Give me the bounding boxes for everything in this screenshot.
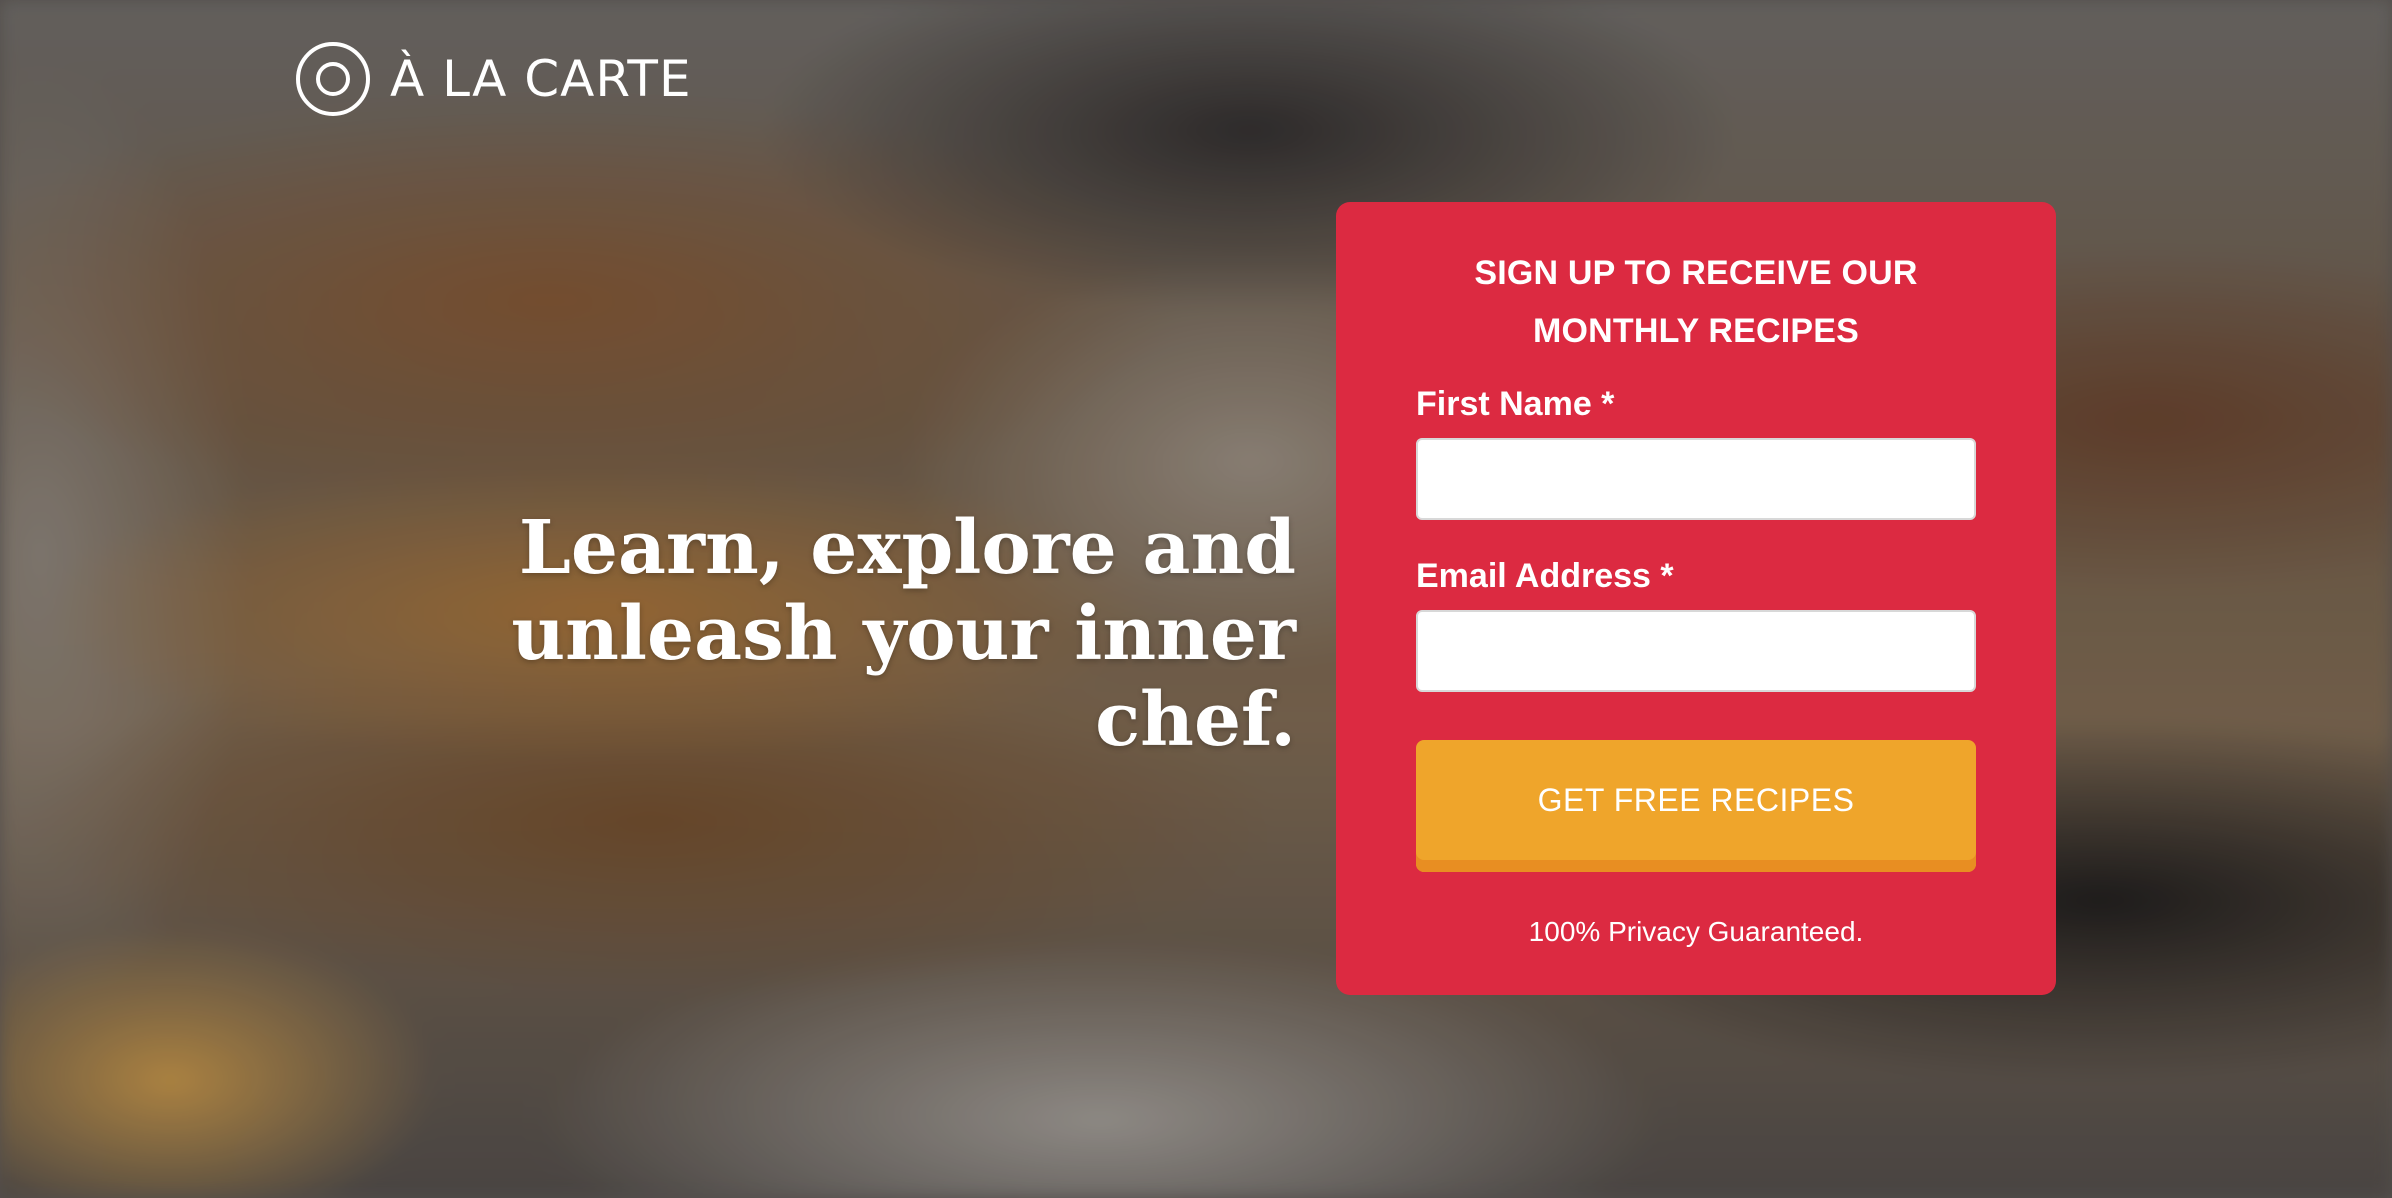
concentric-circles-icon	[296, 42, 370, 116]
first-name-label: First Name *	[1416, 385, 1615, 423]
brand-logo[interactable]: À LA CARTE	[296, 38, 692, 120]
signup-title: SIGN UP TO RECEIVE OUR MONTHLY RECIPES	[1474, 254, 1918, 350]
brand-name: À LA CARTE	[390, 50, 692, 108]
signup-card: SIGN UP TO RECEIVE OUR MONTHLY RECIPES F…	[1336, 202, 2056, 995]
email-field[interactable]	[1416, 610, 1976, 692]
first-name-field[interactable]	[1416, 438, 1976, 520]
privacy-note: 100% Privacy Guaranteed.	[1528, 916, 1864, 947]
get-free-recipes-button[interactable]: GET FREE RECIPES	[1416, 740, 1976, 872]
hero-headline: Learn, explore and unleash your inner ch…	[511, 505, 1296, 763]
email-label: Email Address *	[1416, 557, 1674, 595]
